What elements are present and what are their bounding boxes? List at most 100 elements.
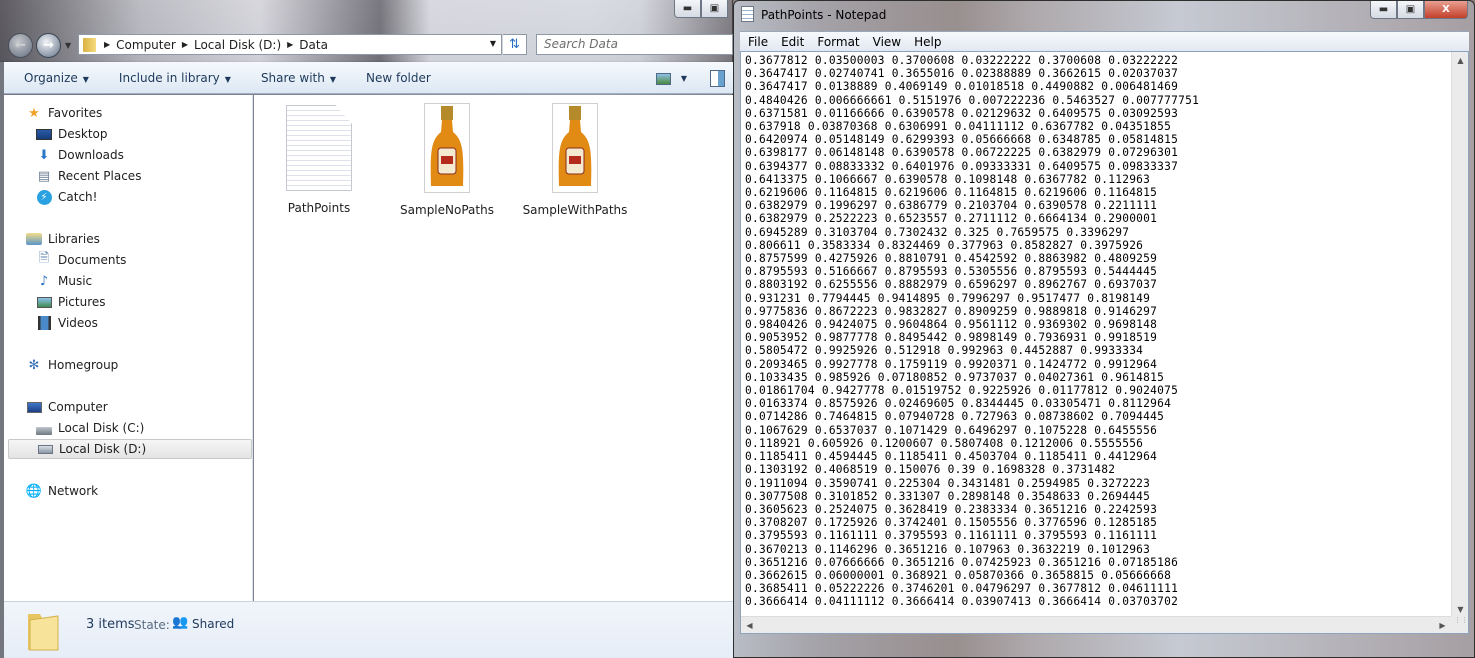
maximize-button[interactable]: ▣: [701, 0, 728, 18]
file-item-pathpoints[interactable]: PathPoints: [264, 105, 374, 215]
explorer-window: ▬ ▣ ← → ▼ ▶ Computer ▶ Local Disk (D:) ▶…: [0, 0, 733, 658]
menu-view[interactable]: View: [873, 35, 901, 49]
desktop-icon: [36, 126, 52, 142]
arrow-right-icon: →: [43, 37, 54, 53]
text-line: 0.118921 0.605926 0.1200607 0.5807408 0.…: [745, 436, 1144, 450]
chevron-down-icon: ▼: [329, 74, 336, 84]
text-file-icon: [286, 105, 352, 191]
notepad-window: PathPoints - Notepad ▬ ▣ X File Edit For…: [733, 0, 1475, 658]
notepad-icon: [741, 6, 754, 22]
nav-favorites-label: Favorites: [48, 106, 103, 120]
chevron-down-icon: ▼: [82, 74, 89, 84]
text-line: 0.1911094 0.3590741 0.225304 0.3431481 0…: [745, 476, 1151, 490]
text-line: 0.9840426 0.9424075 0.9604864 0.9561112 …: [745, 318, 1158, 332]
back-button[interactable]: ←: [8, 32, 33, 58]
maximize-icon: ▣: [1405, 4, 1416, 15]
text-line: 0.3647417 0.0138889 0.4069149 0.01018518…: [745, 80, 1179, 94]
forward-button[interactable]: →: [36, 32, 61, 58]
breadcrumb-arrow-icon[interactable]: ▶: [287, 40, 293, 49]
folder-icon: [83, 37, 96, 52]
nav-homegroup[interactable]: ✻ Homegroup: [26, 355, 119, 375]
close-icon: X: [1442, 4, 1450, 15]
text-line: 0.3605623 0.2524075 0.3628419 0.2383334 …: [745, 502, 1158, 516]
organize-button[interactable]: Organize ▼: [24, 71, 89, 85]
nav-item-local-disk-c[interactable]: Local Disk (C:): [36, 418, 144, 438]
text-line: 0.9053952 0.9877778 0.8495442 0.9898149 …: [745, 331, 1158, 345]
maximize-button[interactable]: ▣: [1397, 1, 1424, 19]
include-in-library-button[interactable]: Include in library ▼: [119, 71, 231, 85]
nav-computer-label: Computer: [48, 400, 108, 414]
text-line: 0.4840426 0.006666661 0.5151976 0.007222…: [745, 93, 1200, 107]
menu-edit[interactable]: Edit: [781, 35, 804, 49]
address-dropdown-icon[interactable]: ▼: [490, 39, 496, 48]
file-item-samplenopaths[interactable]: SampleNoPaths: [392, 103, 502, 217]
explorer-caption-buttons: ▬ ▣: [674, 0, 728, 18]
documents-icon: 🗎: [38, 251, 50, 266]
nav-item-music[interactable]: ♪ Music: [36, 271, 92, 291]
change-view-icon[interactable]: [655, 72, 671, 85]
network-icon: 🌐: [25, 483, 43, 499]
minimize-button[interactable]: ▬: [674, 0, 701, 18]
search-input[interactable]: Search Data: [536, 34, 733, 55]
nav-item-videos[interactable]: Videos: [36, 313, 98, 333]
text-line: 0.3077508 0.3101852 0.331307 0.2898148 0…: [745, 489, 1151, 503]
text-editor[interactable]: 0.3677812 0.03500003 0.3700608 0.0322222…: [740, 51, 1469, 634]
text-line: 0.3685411 0.05222226 0.3746201 0.0479629…: [745, 582, 1179, 596]
resize-grip-icon[interactable]: ⋮⋮: [1451, 616, 1468, 633]
include-in-library-label: Include in library: [118, 70, 220, 85]
nav-item-pictures[interactable]: Pictures: [36, 292, 106, 312]
vertical-scrollbar[interactable]: ▲ ▼: [1451, 52, 1468, 618]
menu-format[interactable]: Format: [817, 35, 859, 49]
text-content[interactable]: 0.3677812 0.03500003 0.3700608 0.0322222…: [745, 54, 1445, 614]
bottle-image-thumbnail: [424, 103, 470, 193]
nav-computer[interactable]: Computer: [26, 397, 108, 417]
text-line: 0.3651216 0.07666666 0.3651216 0.0742592…: [745, 555, 1179, 569]
navigation-buttons: ← → ▼: [8, 32, 74, 58]
scroll-right-icon[interactable]: ▶: [1434, 617, 1451, 634]
nav-item-local-disk-d-label: Local Disk (D:): [59, 442, 147, 456]
view-options-dropdown-icon[interactable]: ▼: [681, 74, 687, 83]
refresh-button[interactable]: ⇅: [503, 34, 527, 55]
text-line: 0.6945289 0.3103704 0.7302432 0.325 0.76…: [745, 225, 1130, 239]
nav-libraries[interactable]: Libraries: [26, 229, 100, 249]
menu-help[interactable]: Help: [914, 35, 941, 49]
nav-item-catch[interactable]: ⚡ Catch!: [36, 187, 97, 207]
nav-item-local-disk-d[interactable]: Local Disk (D:): [8, 439, 252, 459]
text-line: 0.3666414 0.04111112 0.3666414 0.0390741…: [745, 595, 1179, 609]
minimize-button[interactable]: ▬: [1370, 1, 1397, 19]
nav-item-recent-places[interactable]: ▤ Recent Places: [36, 166, 142, 186]
breadcrumb-local-disk-d[interactable]: Local Disk (D:): [194, 38, 281, 52]
nav-item-downloads[interactable]: ⬇ Downloads: [36, 145, 124, 165]
scroll-up-icon[interactable]: ▲: [1452, 52, 1469, 69]
new-folder-button[interactable]: New folder: [366, 71, 431, 85]
address-bar[interactable]: ▶ Computer ▶ Local Disk (D:) ▶ Data ▼: [78, 34, 502, 55]
recent-pages-dropdown[interactable]: ▼: [65, 41, 71, 50]
share-with-button[interactable]: Share with ▼: [261, 71, 336, 85]
drive-d-icon: [37, 441, 53, 457]
nav-item-local-disk-c-label: Local Disk (C:): [58, 421, 145, 435]
nav-favorites[interactable]: ★ Favorites: [26, 103, 102, 123]
nav-item-desktop[interactable]: Desktop: [36, 124, 108, 144]
text-line: 0.6219606 0.1164815 0.6219606 0.1164815 …: [745, 186, 1158, 200]
breadcrumb-arrow-icon[interactable]: ▶: [182, 40, 188, 49]
breadcrumb-computer[interactable]: Computer: [116, 38, 176, 52]
scroll-left-icon[interactable]: ◀: [741, 617, 758, 634]
view-controls: ▼: [655, 70, 725, 87]
nav-item-desktop-label: Desktop: [58, 127, 108, 141]
state-label: State:: [134, 618, 170, 632]
nav-item-videos-label: Videos: [58, 316, 98, 330]
text-line: 0.6394377 0.08833332 0.6401976 0.0933333…: [745, 159, 1179, 173]
preview-pane-icon[interactable]: [710, 70, 725, 87]
window-title: PathPoints - Notepad: [761, 8, 887, 22]
nav-network[interactable]: 🌐 Network: [26, 481, 98, 501]
breadcrumb-data[interactable]: Data: [299, 38, 328, 52]
close-button[interactable]: X: [1424, 1, 1468, 19]
horizontal-scrollbar[interactable]: ◀ ▶: [741, 616, 1451, 633]
nav-item-documents[interactable]: 🗎 Documents: [36, 250, 127, 270]
nav-item-pictures-label: Pictures: [58, 295, 106, 309]
menu-file[interactable]: File: [748, 35, 768, 49]
file-item-samplewithpaths[interactable]: SampleWithPaths: [520, 103, 630, 217]
text-line: 0.8757599 0.4275926 0.8810791 0.4542592 …: [745, 252, 1158, 266]
breadcrumb-arrow-icon[interactable]: ▶: [104, 40, 110, 49]
organize-label: Organize: [24, 70, 78, 85]
